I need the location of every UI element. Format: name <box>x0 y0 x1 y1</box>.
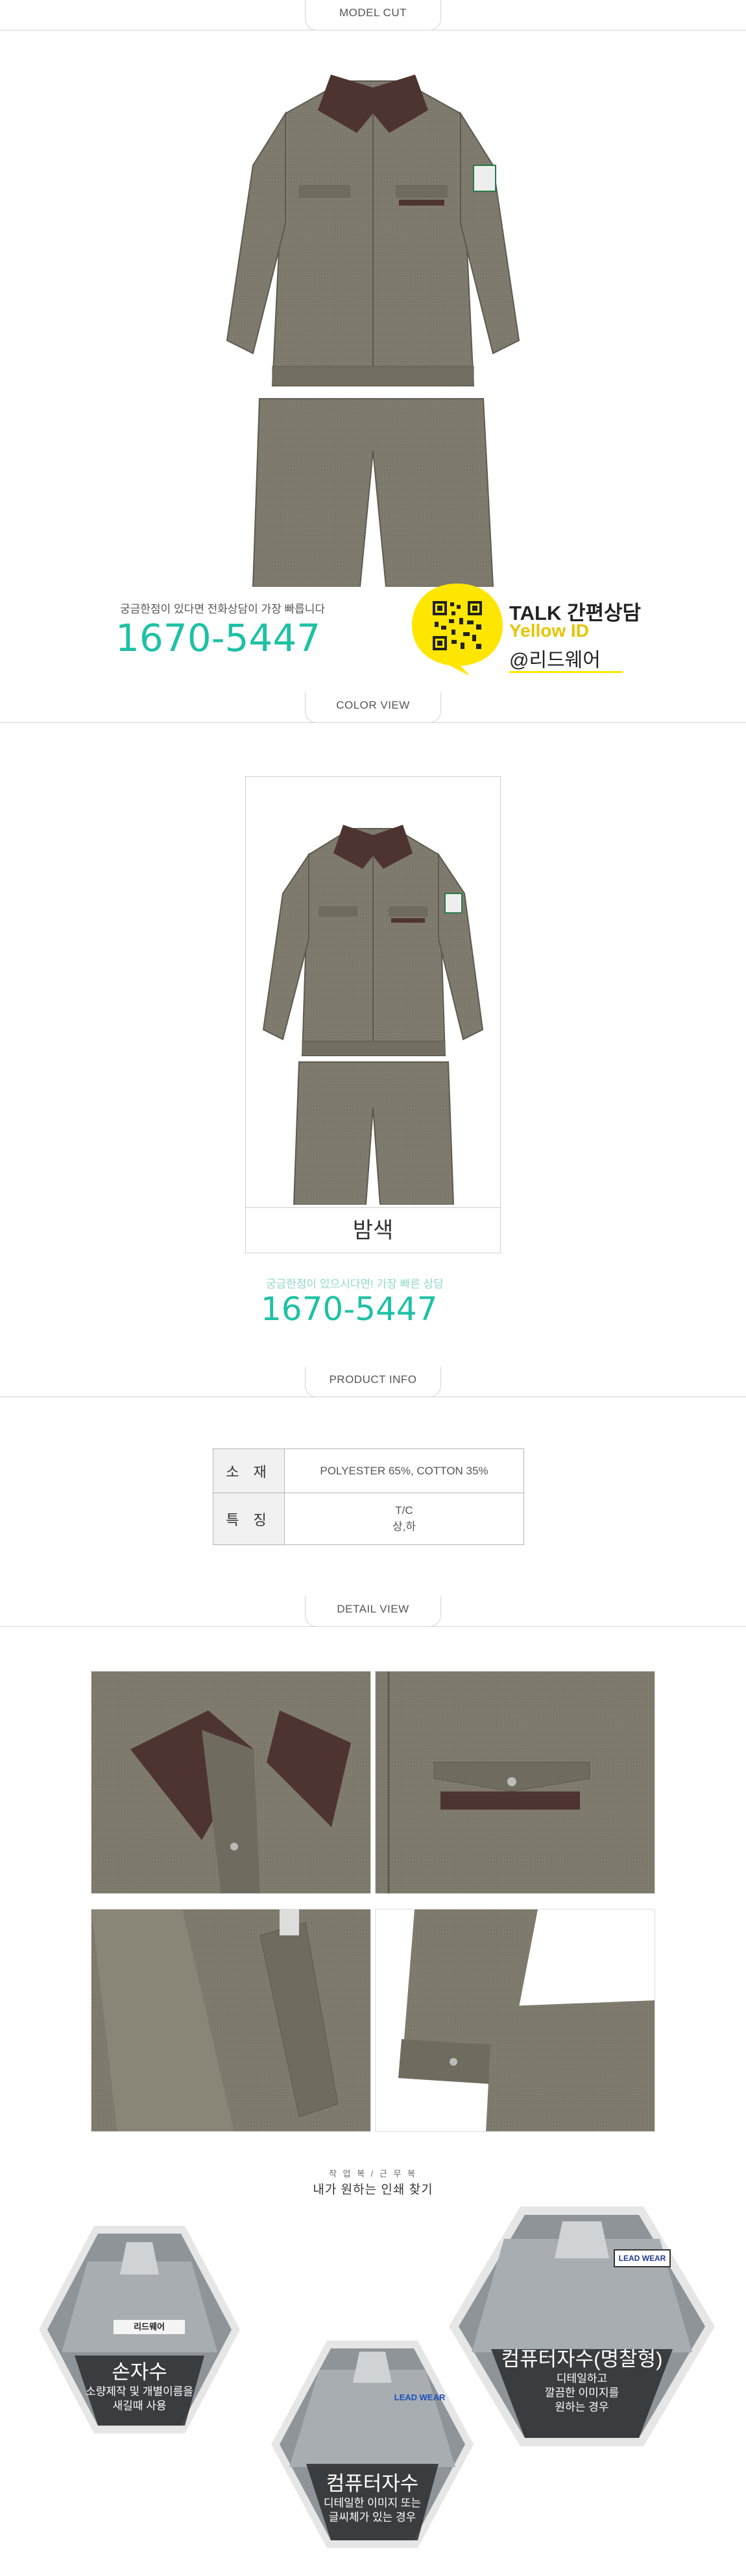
card-desc: 원하는 경우 <box>555 2401 609 2413</box>
print-card-hand-embroidery[interactable]: 리드웨어 손자수 소량제작 및 개별이름을 새길때 사용 <box>36 2223 243 2437</box>
material-value: POLYESTER 65%, COTTON 35% <box>284 1448 524 1493</box>
card-title: 컴퓨터자수(명찰형) <box>501 2348 663 2370</box>
section-tab-product-info: PRODUCT INFO <box>0 1367 746 1398</box>
section-tab-detail-view: DETAIL VIEW <box>0 1596 746 1627</box>
kakao-id[interactable]: @리드웨어 <box>509 644 601 672</box>
print-card-name-tag-embroidery[interactable]: LEAD WEAR 컴퓨터자수(명찰형) 디테일하고 깔끔한 이미지를 원하는 … <box>446 2203 718 2450</box>
kakao-qr-icon[interactable] <box>409 580 506 678</box>
section-tab-model-cut: MODEL CUT <box>0 0 746 31</box>
color-ask-text: 궁금한점이 있으시다면! 가장 빠른 상담 <box>266 1278 444 1290</box>
contact-ask-text: 궁금한점이 있다면 전화상담이 가장 빠릅니다 <box>120 603 326 615</box>
color-phone[interactable]: 1670-5447 <box>261 1290 438 1328</box>
color-swatch-card[interactable]: 밤색 <box>245 776 501 1253</box>
card-desc: 소량제작 및 개별이름을 <box>86 2385 193 2398</box>
yellow-id-label: Yellow ID <box>509 620 589 641</box>
detail-image-side-pocket[interactable] <box>91 1909 371 2132</box>
print-heading-small: 작 업 복 / 근 무 복 <box>328 2169 418 2179</box>
card-desc: 깔끔한 이미지를 <box>544 2387 620 2399</box>
feature-line: T/C <box>395 1504 413 1517</box>
color-swatch-image <box>262 825 484 1205</box>
model-cut-image <box>226 75 520 587</box>
color-name: 밤색 <box>246 1207 500 1253</box>
patch-label: 리드웨어 <box>134 2322 165 2332</box>
card-desc: 디테일한 이미지 또는 <box>323 2497 422 2509</box>
kakao-underline <box>509 671 623 673</box>
section-title: PRODUCT INFO <box>305 1367 441 1397</box>
card-title: 컴퓨터자수 <box>326 2472 419 2495</box>
section-title: MODEL CUT <box>305 0 441 30</box>
patch-label: LEAD WEAR <box>394 2393 446 2402</box>
contact-phone[interactable]: 1670-5447 <box>115 616 320 660</box>
card-title: 손자수 <box>112 2361 167 2383</box>
material-label: 소 재 <box>213 1448 285 1493</box>
card-desc: 디테일하고 <box>556 2372 608 2385</box>
section-title: COLOR VIEW <box>305 692 441 723</box>
product-info-table: 소 재 POLYESTER 65%, COTTON 35% 특 징 T/C 상,… <box>213 1448 524 1545</box>
feature-label: 특 징 <box>213 1493 285 1545</box>
print-heading: 내가 원하는 인쇄 찾기 <box>313 2183 433 2197</box>
patch-label: LEAD WEAR <box>618 2254 666 2263</box>
card-desc: 새길때 사용 <box>112 2400 167 2412</box>
card-desc: 글씨체가 있는 경우 <box>328 2511 416 2523</box>
detail-image-cuff[interactable] <box>375 1909 655 2132</box>
section-tab-color-view: COLOR VIEW <box>0 692 746 724</box>
detail-image-collar[interactable] <box>91 1671 371 1894</box>
section-title: DETAIL VIEW <box>305 1596 441 1627</box>
detail-image-pocket[interactable] <box>375 1671 655 1894</box>
table-row: 소 재 POLYESTER 65%, COTTON 35% <box>213 1448 524 1493</box>
feature-value: T/C 상,하 <box>284 1493 524 1545</box>
table-row: 특 징 T/C 상,하 <box>213 1493 524 1545</box>
feature-line: 상,하 <box>392 1520 416 1533</box>
